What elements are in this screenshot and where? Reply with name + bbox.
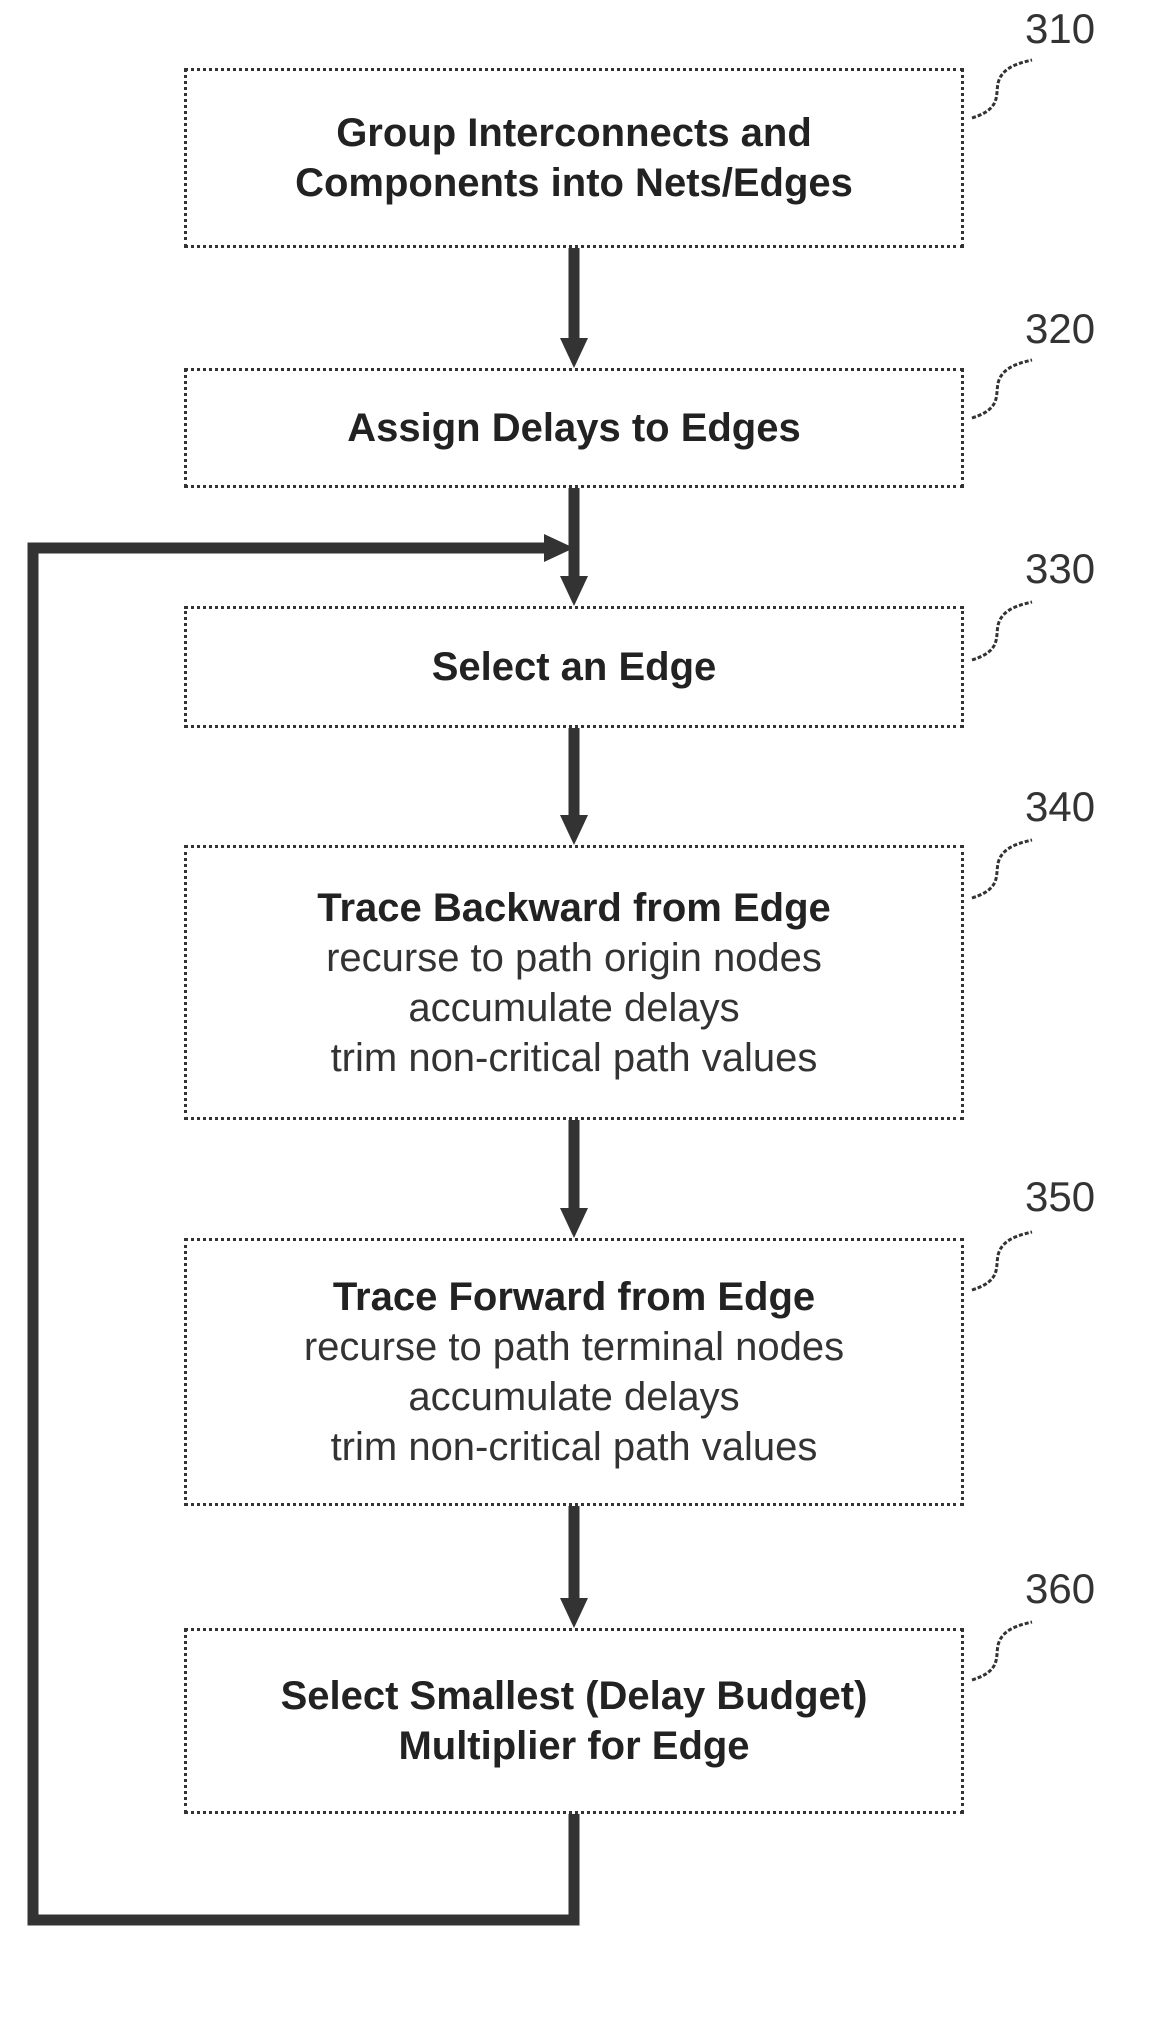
step-350-line-4: trim non-critical path values bbox=[330, 1425, 818, 1469]
ref-label-320: 320 bbox=[1025, 305, 1096, 352]
flow-arrowhead-to-340 bbox=[560, 815, 588, 845]
step-330-line-1: Select an Edge bbox=[431, 645, 717, 689]
ref-label-350: 350 bbox=[1025, 1173, 1096, 1220]
step-box-320: Assign Delays to Edges bbox=[184, 368, 964, 488]
step-box-330: Select an Edge bbox=[184, 606, 964, 728]
step-box-360: Select Smallest (Delay Budget) Multiplie… bbox=[184, 1628, 964, 1814]
ref-leader-350 bbox=[971, 1230, 1033, 1292]
step-360-line-1: Select Smallest (Delay Budget) bbox=[280, 1674, 868, 1718]
step-310-line-2: Components into Nets/Edges bbox=[295, 161, 853, 205]
step-box-350: Trace Forward from Edge recurse to path … bbox=[184, 1238, 964, 1506]
ref-label-360: 360 bbox=[1025, 1565, 1096, 1612]
step-340-line-2: recurse to path origin nodes bbox=[326, 935, 822, 980]
ref-label-340: 340 bbox=[1025, 783, 1096, 830]
ref-leader-320 bbox=[971, 358, 1033, 420]
flow-arrowhead-to-320 bbox=[560, 338, 588, 368]
flowchart: Group Interconnects and Components into … bbox=[0, 0, 1164, 2037]
ref-leader-330 bbox=[971, 600, 1033, 662]
flow-arrowhead-to-360 bbox=[560, 1598, 588, 1628]
step-310-line-1: Group Interconnects and bbox=[336, 111, 812, 155]
step-340-line-3: accumulate delays bbox=[408, 985, 740, 1030]
ref-label-310: 310 bbox=[1025, 5, 1096, 52]
ref-label-330: 330 bbox=[1025, 545, 1096, 592]
flow-arrowhead-to-330 bbox=[560, 576, 588, 606]
step-box-340: Trace Backward from Edge recurse to path… bbox=[184, 845, 964, 1120]
ref-leader-340 bbox=[971, 838, 1033, 900]
step-360-line-2: Multiplier for Edge bbox=[398, 1724, 750, 1768]
step-340-line-1: Trace Backward from Edge bbox=[317, 885, 831, 930]
step-340-line-4: trim non-critical path values bbox=[330, 1035, 818, 1080]
ref-leader-310 bbox=[971, 58, 1033, 120]
ref-leader-360 bbox=[971, 1620, 1033, 1682]
step-350-line-3: accumulate delays bbox=[408, 1375, 740, 1419]
step-350-line-2: recurse to path terminal nodes bbox=[303, 1325, 845, 1369]
step-350-line-1: Trace Forward from Edge bbox=[332, 1275, 816, 1319]
step-320-line-1: Assign Delays to Edges bbox=[347, 406, 801, 450]
step-box-310: Group Interconnects and Components into … bbox=[184, 68, 964, 248]
flow-arrowhead-to-350 bbox=[560, 1208, 588, 1238]
